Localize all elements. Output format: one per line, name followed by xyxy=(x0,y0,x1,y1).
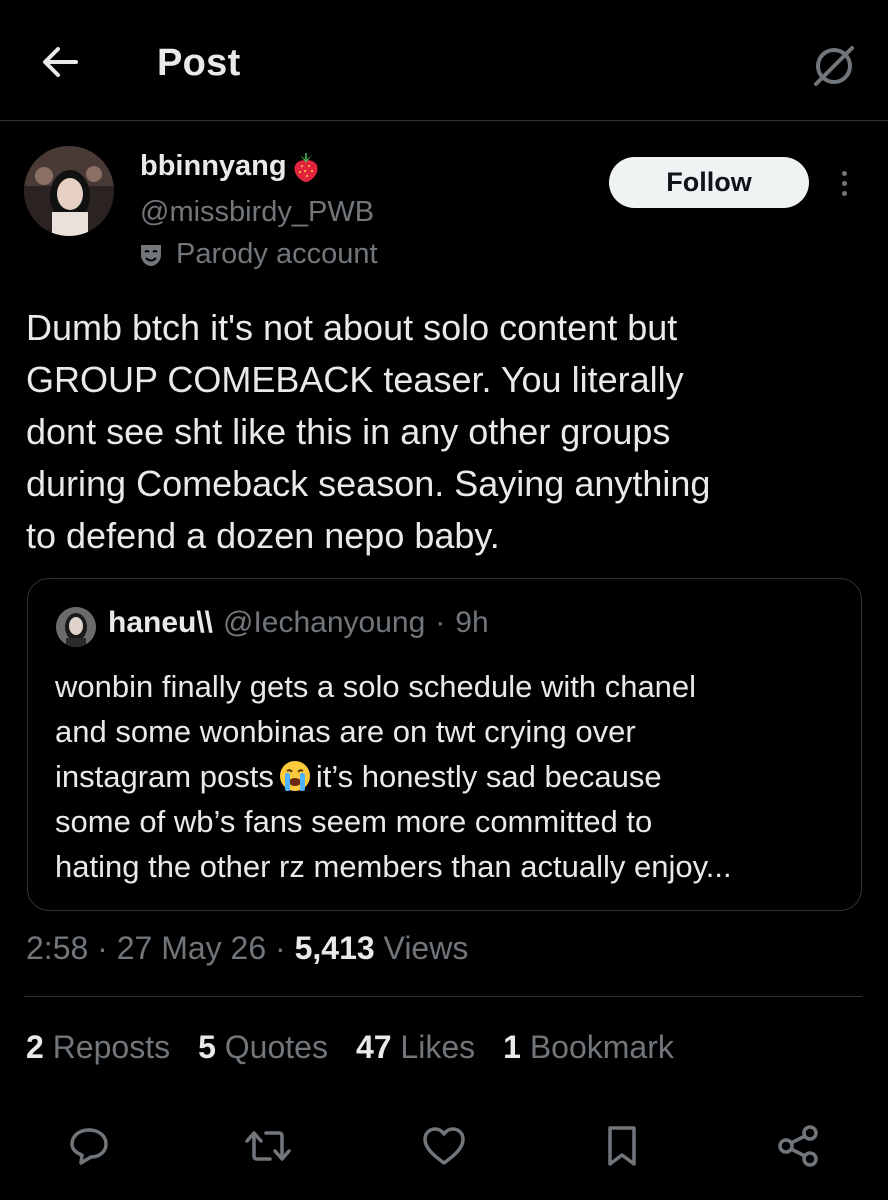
display-name[interactable]: bbinnyang xyxy=(140,150,287,183)
like-button[interactable] xyxy=(414,1116,474,1176)
bookmarks-label: Bookmark xyxy=(529,1029,674,1065)
views-label: Views xyxy=(383,930,469,966)
parody-label: Parody account xyxy=(176,238,378,270)
repost-button[interactable] xyxy=(238,1116,298,1176)
avatar-photo xyxy=(24,146,114,236)
like-icon xyxy=(423,1127,465,1165)
bookmarks-count: 1 xyxy=(503,1029,521,1065)
author-avatar[interactable] xyxy=(24,146,114,236)
more-dot-icon xyxy=(841,180,847,186)
quote-text-line: hating the other rz members than actuall… xyxy=(55,849,732,884)
reply-button[interactable] xyxy=(59,1116,119,1176)
divider xyxy=(24,996,862,997)
quote-text-segment: it’s honestly sad because xyxy=(315,759,662,794)
post-date[interactable]: 27 May 26 xyxy=(117,930,266,966)
quote-avatar-photo xyxy=(56,607,96,647)
parody-mask-icon xyxy=(141,244,161,266)
quote-text-segment: instagram posts xyxy=(55,759,274,794)
likes-label: Likes xyxy=(400,1029,476,1065)
meta-separator: · xyxy=(97,930,108,966)
quote-text-line: instagram posts it’s honestly sad becaus… xyxy=(55,754,855,799)
quote-text-line: and some wonbinas are on twt crying over xyxy=(55,714,636,749)
back-button[interactable] xyxy=(36,38,84,86)
quotes-count: 5 xyxy=(198,1029,216,1065)
quoted-post[interactable]: haneu\\ @Iechanyoung · 9h wonbin finally… xyxy=(27,578,862,911)
post-text-line: during Comeback season. Saying anything xyxy=(26,463,711,504)
bookmarks-stat[interactable]: 1 Bookmark xyxy=(503,1029,674,1066)
post-text-line: GROUP COMEBACK teaser. You literally xyxy=(26,359,684,400)
quotes-stat[interactable]: 5 Quotes xyxy=(198,1029,328,1066)
post-time[interactable]: 2:58 xyxy=(26,930,88,966)
likes-stat[interactable]: 47 Likes xyxy=(356,1029,475,1066)
post-page: Post bbinnyang @missbirdy_PWB Parody acc… xyxy=(0,0,888,1200)
likes-count: 47 xyxy=(355,1029,392,1065)
bookmark-button[interactable] xyxy=(592,1116,652,1176)
page-title: Post xyxy=(157,42,241,84)
quote-separator: · xyxy=(435,606,446,639)
strawberry-icon xyxy=(294,152,318,182)
repost-icon xyxy=(245,1131,291,1161)
quote-avatar xyxy=(56,607,96,647)
views-count: 5,413 xyxy=(294,930,375,966)
share-button[interactable] xyxy=(768,1116,828,1176)
post-text-line: to defend a dozen nepo baby. xyxy=(26,515,500,556)
grok-icon xyxy=(814,46,854,86)
divider xyxy=(24,1093,862,1094)
quote-display-name: haneu\\ xyxy=(108,606,214,639)
parody-label-row: Parody account xyxy=(138,238,378,271)
action-bar xyxy=(0,1116,888,1176)
quotes-label: Quotes xyxy=(224,1029,328,1065)
more-dot-icon xyxy=(841,190,847,196)
meta-separator: · xyxy=(275,930,286,966)
reposts-label: Reposts xyxy=(52,1029,171,1065)
more-dot-icon xyxy=(841,170,847,176)
share-icon xyxy=(778,1125,818,1167)
reposts-stat[interactable]: 2 Reposts xyxy=(26,1029,170,1066)
quote-header: haneu\\ @Iechanyoung · 9h xyxy=(108,606,489,640)
grok-button[interactable] xyxy=(808,40,860,92)
more-options-button[interactable] xyxy=(830,163,858,203)
author-name-row: bbinnyang xyxy=(140,150,321,183)
quote-timestamp: 9h xyxy=(455,606,489,639)
top-bar: Post xyxy=(0,0,888,121)
post-text-line: Dumb btch it's not about solo content bu… xyxy=(26,307,678,348)
bookmark-icon xyxy=(608,1126,636,1166)
quote-text-line: some of wb’s fans seem more committed to xyxy=(55,804,653,839)
quote-text: wonbin finally gets a solo schedule with… xyxy=(55,664,855,889)
post-text-line: dont see sht like this in any other grou… xyxy=(26,411,671,452)
author-handle[interactable]: @missbirdy_PWB xyxy=(140,196,374,229)
reposts-count: 2 xyxy=(26,1029,44,1065)
engagement-stats: 2 Reposts 5 Quotes 47 Likes 1 Bookmark xyxy=(26,1029,674,1066)
quote-text-line: wonbin finally gets a solo schedule with… xyxy=(55,669,697,704)
follow-button[interactable]: Follow xyxy=(609,157,809,208)
post-meta: 2:58 · 27 May 26 · 5,413 Views xyxy=(26,930,468,967)
quote-handle: @Iechanyoung xyxy=(223,606,426,639)
reply-icon xyxy=(70,1128,108,1165)
arrow-left-icon xyxy=(43,47,78,77)
loudly-crying-face-icon xyxy=(279,761,310,791)
post-text: Dumb btch it's not about solo content bu… xyxy=(26,302,866,562)
